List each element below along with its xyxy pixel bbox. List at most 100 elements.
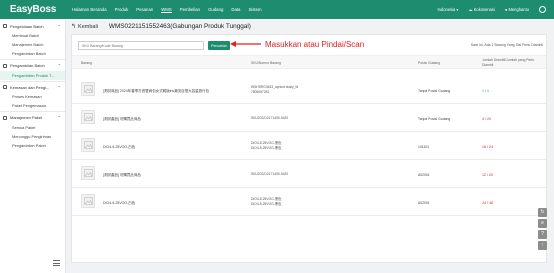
image-placeholder-icon xyxy=(83,113,93,121)
picking-icon xyxy=(3,63,7,68)
nav-system[interactable]: Sistem xyxy=(248,7,261,13)
sidebar-group-label: Pengambilan Batch xyxy=(10,63,45,69)
pick-qty: 24 / 48 xyxy=(482,201,493,205)
image-placeholder-icon xyxy=(83,85,93,93)
list-icon[interactable]: ≡ xyxy=(538,219,547,228)
sidebar-group-label: Pengelolaan Batch xyxy=(10,23,44,29)
image-placeholder-icon xyxy=(83,169,93,177)
sidebar-item-package-pickup[interactable]: Pengambilan Paket xyxy=(0,141,65,150)
packing-icon xyxy=(3,85,7,90)
chevron-up-icon: ⌃ xyxy=(57,84,61,90)
sidebar-group-packing[interactable]: Kemasan dan Pengi... ⌃ xyxy=(0,82,65,92)
pick-qty: 1 / 1 xyxy=(482,89,489,93)
table-row[interactable]: [測試產品] 勿購買此商品 SKU202212171450-9420 Tanpa… xyxy=(72,105,546,132)
notifications-link[interactable]: ☁ Kokosenasi xyxy=(468,7,494,12)
nav-orders[interactable]: Pesanan xyxy=(136,7,153,13)
sidebar-group-label: Manajemen Paket xyxy=(10,115,43,121)
sidebar-group-packages[interactable]: Manajemen Paket ⌃ xyxy=(0,113,65,123)
nav-home[interactable]: Halaman Beranda xyxy=(72,7,107,13)
help-icon[interactable]: ? xyxy=(538,230,547,239)
batch-icon xyxy=(3,24,7,28)
nav-purchase[interactable]: Pembelian xyxy=(180,7,200,13)
rack-position: A02001 xyxy=(418,173,430,177)
nav-warehouse[interactable]: Gudang xyxy=(208,7,223,13)
pick-qty: 12 / 20 xyxy=(482,173,493,177)
nav-products[interactable]: Produk xyxy=(115,7,129,13)
table-row[interactable]: DIO4-5-25VOG-白色 DIO4-5-25VOG-黑色 DIO4-5-2… xyxy=(72,133,546,160)
sidebar-item-packing-packages[interactable]: Paket Pengemasan xyxy=(0,101,65,110)
image-placeholder-icon xyxy=(83,141,93,149)
notifications-label: Kokosenasi xyxy=(473,7,495,12)
sidebar-item-packing-process[interactable]: Proses Kemasan xyxy=(0,92,65,101)
image-placeholder-icon xyxy=(83,197,93,205)
product-image xyxy=(81,194,95,208)
logo[interactable]: EasyBoss xyxy=(0,4,66,15)
chevron-up-icon: ⌃ xyxy=(57,115,61,121)
barcode: DIO4-5-25VOG-黑色 xyxy=(251,202,282,206)
total-count: 24 xyxy=(489,145,493,149)
total-count: 20 xyxy=(487,117,491,121)
avatar-icon[interactable] xyxy=(539,6,546,13)
total-count: 1 xyxy=(487,89,489,93)
sidebar-group-batch[interactable]: Pengelolaan Batch ⌃ xyxy=(0,21,65,31)
product-image xyxy=(81,110,95,124)
nav-wms[interactable]: WMS xyxy=(161,7,172,13)
barcode: 7805097281 xyxy=(251,90,270,94)
product-name: [測試商品] 2024年春季打底雙肩包女式韓版ins潮流百搭大容量旅行包 xyxy=(103,89,210,93)
product-name: DIO4-5-25VOG-白色 xyxy=(103,201,136,205)
rack-position: Tanpa Posisi Gudang xyxy=(418,89,451,93)
table-row[interactable]: [測試產品] 勿購買此商品 SKU202212171450-9420 A0200… xyxy=(72,161,546,188)
menu-collapse-icon[interactable] xyxy=(53,260,60,267)
nav-data[interactable]: Data xyxy=(231,7,240,13)
language-select[interactable]: Indonesia ▾ xyxy=(438,7,459,12)
main-nav: Halaman Beranda Produk Pesanan WMS Pembe… xyxy=(72,7,270,13)
top-right-tools: Indonesia ▾ ☁ Kokosenasi ● Menghantu xyxy=(438,0,546,19)
column-header-rack: Posisi Gudang xyxy=(418,61,441,65)
table-header: Barang SKU/Nomor Barang Posisi Gudang Ju… xyxy=(72,55,546,69)
divider xyxy=(0,59,65,60)
search-button[interactable]: Pencarian xyxy=(208,41,230,50)
total-count: 20 xyxy=(489,173,493,177)
product-image xyxy=(81,138,95,152)
sidebar-item-all-packages[interactable]: Semua Paket xyxy=(0,123,65,132)
product-image xyxy=(81,82,95,96)
top-icon[interactable]: ↑ xyxy=(538,241,547,250)
sidebar-item-create-batch[interactable]: Membuat Batch xyxy=(0,31,65,40)
back-button[interactable]: ↰ Kembali xyxy=(71,23,98,30)
product-name: [測試產品] 勿購買此商品 xyxy=(103,173,141,177)
sku-code: SKU202212171450-9420 xyxy=(251,172,289,176)
product-name: DIO4-5-25VOG-白色 xyxy=(103,145,136,149)
column-header-product: Barang xyxy=(81,61,92,65)
table-row[interactable]: [測試商品] 2024年春季打底雙肩包女式韓版ins潮流百搭大容量旅行包 WSH… xyxy=(72,77,546,104)
remaining-hint: Saat Ini, Ada 1 Barang Yang Sisi Perlu D… xyxy=(470,43,543,47)
pick-qty: 16 / 24 xyxy=(482,145,493,149)
column-header-sku: SKU/Nomor Barang xyxy=(251,61,281,65)
back-label: Kembali xyxy=(78,23,98,30)
total-count: 48 xyxy=(489,201,493,205)
sidebar-item-pick-products[interactable]: Pengambilan Produk T... xyxy=(0,70,65,80)
pick-qty: 4 / 20 xyxy=(482,117,491,121)
search-input[interactable] xyxy=(78,41,204,50)
page-header: ↰ Kembali WMS0221151552463(Gabungan Produ… xyxy=(71,19,554,33)
back-arrow-icon: ↰ xyxy=(71,23,77,30)
divider xyxy=(0,111,65,112)
product-name: [測試產品] 勿購買此商品 xyxy=(103,117,141,121)
user-menu[interactable]: ● Menghantu xyxy=(505,7,529,12)
sidebar-item-pick-batch[interactable]: Pengambilan Batch xyxy=(0,49,65,58)
annotation-text: Masukkan atau Pindai/Scan xyxy=(265,39,365,49)
sidebar-group-label: Kemasan dan Pengi... xyxy=(10,84,50,90)
arrow-left-icon xyxy=(230,41,261,47)
column-header-qty: Jumlah Diambil/Jumlah yang Perlu Diambil xyxy=(482,58,535,67)
chevron-up-icon: ⌃ xyxy=(57,63,61,69)
rack-position: A02001 xyxy=(418,201,430,205)
annotation: Masukkan atau Pindai/Scan xyxy=(230,39,364,49)
floating-tools: ↻ ≡ ? ↑ xyxy=(538,208,547,252)
sidebar-item-manage-batch[interactable]: Manajemen Batch xyxy=(0,40,65,49)
sidebar-item-awaiting-shipment[interactable]: Menunggu Pengiriman xyxy=(0,132,65,141)
table-row[interactable]: DIO4-5-25VOG-白色 DIO4-5-25VOG-黑色 DIO4-5-2… xyxy=(72,189,546,216)
sidebar: Pengelolaan Batch ⌃ Membuat Batch Manajem… xyxy=(0,19,66,273)
page-title: WMS0221151552463(Gabungan Produk Tunggal… xyxy=(108,22,251,30)
refresh-icon[interactable]: ↻ xyxy=(538,208,547,217)
sidebar-group-picking[interactable]: Pengambilan Batch ⌃ xyxy=(0,61,65,71)
rack-position: Tanpa Posisi Gudang xyxy=(418,117,451,121)
